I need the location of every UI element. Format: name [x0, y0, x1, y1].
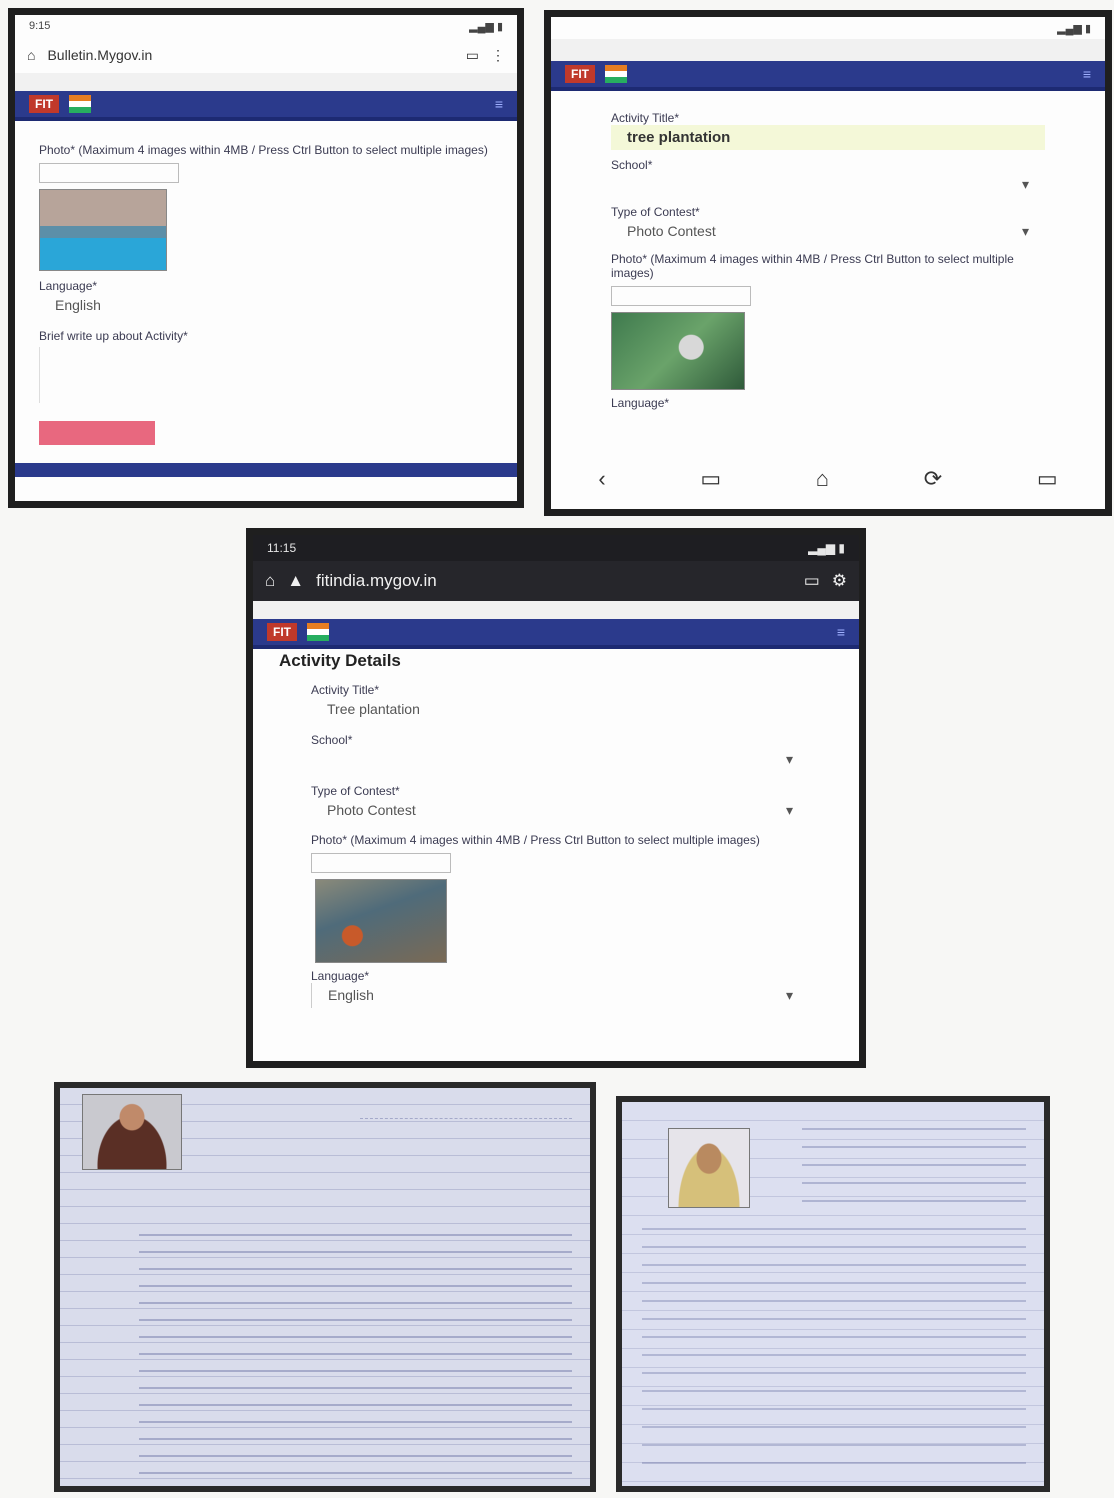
file-input[interactable]	[39, 163, 179, 183]
handwritten-letter-2	[616, 1096, 1050, 1492]
activity-title-input[interactable]: Tree plantation	[311, 697, 809, 721]
refresh-icon[interactable]: ⟳	[924, 466, 942, 492]
tabs-icon[interactable]: ▭	[700, 466, 721, 492]
chevron-down-icon[interactable]: ▾	[1022, 176, 1029, 193]
school-label: School*	[311, 733, 353, 747]
status-time: 11:15	[267, 541, 297, 555]
tabs-icon[interactable]: ▭	[466, 47, 479, 64]
contest-type-select[interactable]: Photo Contest ▾	[611, 219, 1045, 244]
activity-title-label: Activity Title*	[311, 683, 380, 697]
browser-url-bar[interactable]: ⌂ Bulletin.Mygov.in ▭ ⋮	[15, 37, 517, 73]
fit-india-logo: FIT	[267, 623, 297, 641]
handwriting-block	[139, 1228, 572, 1478]
language-label: Language*	[611, 396, 670, 410]
status-time: 9:15	[29, 20, 51, 32]
translate-bar[interactable]	[551, 39, 1105, 61]
translate-bar[interactable]	[15, 73, 517, 91]
school-select[interactable]: ▾	[311, 747, 809, 772]
submit-button[interactable]	[39, 421, 155, 445]
flag-icon	[307, 623, 329, 641]
hamburger-icon[interactable]: ≡	[495, 96, 503, 112]
tabs-icon[interactable]: ▭	[804, 571, 820, 591]
file-input[interactable]	[311, 853, 451, 873]
status-bar: ▂▄▆ ▮	[551, 17, 1105, 39]
chevron-down-icon[interactable]: ▾	[786, 987, 793, 1004]
url-text[interactable]: fitindia.mygov.in	[316, 571, 792, 591]
status-icons: ▂▄▆ ▮	[808, 541, 845, 555]
status-icons: ▂▄▆ ▮	[1057, 22, 1091, 35]
contest-type-label: Type of Contest*	[311, 784, 400, 798]
phone-screenshot-3: 11:15 ▂▄▆ ▮ ⌂ ▲ fitindia.mygov.in ▭ ⚙ FI…	[246, 528, 866, 1068]
photo-label: Photo* (Maximum 4 images within 4MB / Pr…	[39, 143, 488, 157]
school-value	[627, 176, 631, 193]
phone-screenshot-1: 9:15 ▂▄▆ ▮ ⌂ Bulletin.Mygov.in ▭ ⋮ FIT ≡…	[8, 8, 524, 508]
status-bar: 9:15 ▂▄▆ ▮	[15, 15, 517, 37]
site-header: FIT ≡	[551, 61, 1105, 91]
fit-india-logo: FIT	[29, 95, 59, 113]
status-icons: ▂▄▆ ▮	[469, 20, 503, 33]
handwritten-letter-1	[54, 1082, 596, 1492]
handwriting-block	[802, 1122, 1026, 1212]
contest-type-select[interactable]: Photo Contest ▾	[311, 798, 809, 823]
hamburger-icon[interactable]: ≡	[837, 624, 845, 640]
contest-type-value: Photo Contest	[327, 802, 416, 818]
contest-type-value: Photo Contest	[627, 223, 716, 239]
brief-label: Brief write up about Activity*	[39, 329, 188, 343]
school-select[interactable]: ▾	[611, 172, 1045, 197]
url-text[interactable]: Bulletin.Mygov.in	[47, 47, 453, 63]
language-label: Language*	[311, 969, 370, 983]
fit-india-logo: FIT	[565, 65, 595, 83]
menu-icon[interactable]: ⋮	[491, 47, 505, 64]
school-value	[327, 751, 331, 768]
uploaded-photo	[611, 312, 745, 390]
flag-icon	[69, 95, 91, 113]
section-title: Activity Details	[279, 651, 401, 670]
activity-title-input[interactable]: tree plantation	[611, 125, 1045, 150]
status-bar: 11:15 ▂▄▆ ▮	[253, 535, 859, 561]
android-nav-bar: ‹ ▭ ⌂ ⟳ ▭	[551, 449, 1105, 509]
back-icon[interactable]: ‹	[598, 466, 605, 492]
chevron-down-icon[interactable]: ▾	[1022, 223, 1029, 240]
language-value[interactable]: English	[39, 293, 493, 317]
home-icon[interactable]: ⌂	[27, 47, 35, 63]
language-select[interactable]: English ▾	[311, 983, 809, 1008]
lock-icon: ▲	[287, 571, 305, 590]
contest-type-label: Type of Contest*	[611, 205, 700, 219]
uploaded-photo	[39, 189, 167, 271]
handwriting-block	[360, 1118, 572, 1218]
form-content: Activity Title* tree plantation School* …	[551, 91, 1105, 418]
file-input[interactable]	[611, 286, 751, 306]
student-portrait	[668, 1128, 750, 1208]
overview-icon[interactable]: ▭	[1037, 466, 1058, 492]
site-header: FIT ≡	[15, 91, 517, 121]
form-content: Activity Details Activity Title* Tree pl…	[253, 649, 859, 1016]
settings-icon[interactable]: ⚙	[832, 571, 847, 591]
home-icon[interactable]: ⌂	[265, 571, 275, 591]
home-icon[interactable]: ⌂	[816, 466, 829, 492]
phone-screenshot-2: ▂▄▆ ▮ FIT ≡ Activity Title* tree plantat…	[544, 10, 1112, 516]
browser-url-bar[interactable]: ⌂ ▲ fitindia.mygov.in ▭ ⚙	[253, 561, 859, 601]
activity-title-label: Activity Title*	[611, 111, 680, 125]
language-label: Language*	[39, 279, 98, 293]
chevron-down-icon[interactable]: ▾	[786, 802, 793, 819]
school-label: School*	[611, 158, 653, 172]
hamburger-icon[interactable]: ≡	[1083, 66, 1091, 82]
uploaded-photo	[315, 879, 447, 963]
brief-textarea[interactable]	[39, 347, 493, 403]
student-portrait	[82, 1094, 182, 1170]
site-header: FIT ≡	[253, 619, 859, 649]
translate-bar[interactable]	[253, 601, 859, 619]
form-content: Photo* (Maximum 4 images within 4MB / Pr…	[15, 121, 517, 456]
handwriting-block	[642, 1222, 1026, 1472]
photo-label: Photo* (Maximum 4 images within 4MB / Pr…	[611, 252, 1014, 280]
language-value: English	[328, 987, 374, 1003]
footer-band	[15, 463, 517, 477]
photo-label: Photo* (Maximum 4 images within 4MB / Pr…	[311, 833, 760, 847]
chevron-down-icon[interactable]: ▾	[786, 751, 793, 768]
flag-icon	[605, 65, 627, 83]
